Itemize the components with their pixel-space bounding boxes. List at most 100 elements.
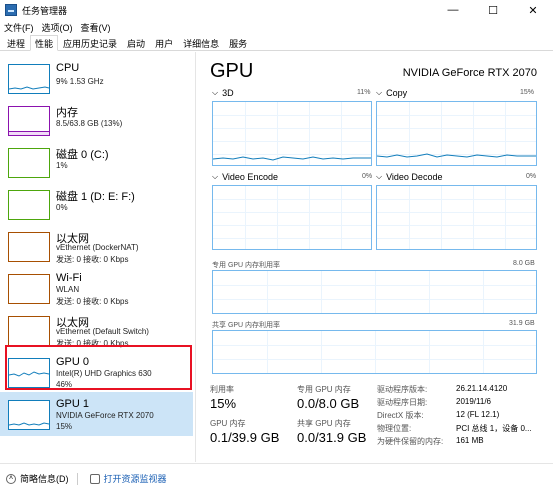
sidebar-item-memory[interactable]: 内存 8.5/63.8 GB (13%) [0, 98, 193, 142]
sidebar-item-disk-1[interactable]: 磁盘 1 (D: E: F:) 0% [0, 182, 193, 226]
disk0-thumbnail-graph [8, 148, 50, 178]
tab-startup[interactable]: 启动 [122, 35, 150, 51]
menu-bar: 文件(F) 选项(O) 查看(V) [0, 20, 119, 34]
tab-bar: 进程 性能 应用历史记录 启动 用户 详细信息 服务 [0, 35, 553, 51]
shared-memory-stat-value: 0.0/31.9 GB [297, 430, 367, 445]
minimize-button[interactable]: — [433, 0, 473, 20]
chevron-down-icon: ⌵ [212, 172, 219, 181]
graph-selector-3d[interactable]: ⌵ 3D [212, 88, 234, 98]
driver-date-label: 驱动程序日期: [377, 398, 428, 407]
sidebar-item-disk-0[interactable]: 磁盘 0 (C:) 1% [0, 140, 193, 184]
graph-3d [212, 101, 372, 166]
directx-version-label: DirectX 版本: [377, 411, 424, 420]
sidebar-item-detail: 8.5/63.8 GB (13%) [56, 119, 123, 128]
driver-version-label: 驱动程序版本: [377, 385, 428, 394]
graph-percent: 15% [520, 89, 535, 96]
graph-percent: 11% [357, 89, 371, 96]
gpu-memory-stat-label: GPU 内存 [210, 419, 246, 428]
open-resource-monitor-link[interactable]: 打开资源监视器 [104, 472, 167, 485]
tab-users[interactable]: 用户 [150, 35, 178, 51]
physical-location-label: 物理位置: [377, 424, 412, 433]
resource-list: CPU 9% 1.53 GHz 内存 8.5/63.8 GB (13%) 磁盘 … [0, 52, 196, 462]
memory-thumbnail-graph [8, 106, 50, 136]
sidebar-item-throughput: 发送: 0 接收: 0 Kbps [56, 297, 129, 306]
disk1-thumbnail-graph [8, 190, 50, 220]
graph-video-encode [212, 185, 372, 250]
maximize-button[interactable]: ☐ [473, 0, 513, 20]
graph-label: 3D [222, 88, 234, 98]
sidebar-item-usage: 15% [56, 422, 73, 431]
tab-details[interactable]: 详细信息 [178, 35, 224, 51]
graph-label: Video Decode [386, 172, 443, 182]
sidebar-item-detail: 1% [56, 161, 68, 170]
ethernet-thumbnail-graph [8, 232, 50, 262]
cpu-thumbnail-graph [8, 64, 50, 94]
physical-location-value: PCI 总线 1，设备 0... [456, 424, 532, 433]
task-manager-icon [5, 4, 17, 16]
graph-selector-video-encode[interactable]: ⌵ Video Encode [212, 172, 278, 182]
sidebar-item-detail: 0% [56, 203, 68, 212]
fewer-details-link[interactable]: 简略信息(D) [20, 472, 69, 485]
chevron-up-icon[interactable]: ˄ [6, 473, 16, 484]
sidebar-item-ethernet-docker[interactable]: 以太网 vEthernet (DockerNAT) 发送: 0 接收: 0 Kb… [0, 224, 193, 268]
tab-services[interactable]: 服务 [224, 35, 252, 51]
sidebar-item-label: Wi-Fi [56, 272, 82, 284]
graph-percent: 0% [526, 173, 537, 180]
sidebar-item-detail: vEthernet (DockerNAT) [56, 243, 139, 252]
shared-memory-stat-label: 共享 GPU 内存 [297, 419, 351, 428]
tab-app-history[interactable]: 应用历史记录 [58, 35, 122, 51]
sidebar-item-detail: NVIDIA GeForce RTX 2070 [56, 411, 154, 420]
gpu1-thumbnail-graph [8, 400, 50, 430]
chevron-down-icon: ⌵ [212, 88, 219, 97]
resource-monitor-icon [89, 473, 100, 484]
graph-shared-memory [212, 330, 537, 374]
driver-version-value: 26.21.14.4120 [456, 384, 508, 393]
graph-label: Video Encode [222, 172, 278, 182]
menu-view[interactable]: 查看(V) [81, 21, 111, 34]
chevron-down-icon: ⌵ [376, 88, 383, 97]
sidebar-item-label: 磁盘 0 (C:) [56, 149, 109, 161]
dedicated-memory-stat-label: 专用 GPU 内存 [297, 385, 351, 394]
footer-bar: ˄ 简略信息(D) 打开资源监视器 [0, 463, 553, 493]
driver-date-value: 2019/11/6 [456, 397, 491, 406]
graph-video-decode [376, 185, 537, 250]
dedicated-memory-label: 专用 GPU 内存利用率 [212, 262, 281, 269]
graph-selector-copy[interactable]: ⌵ Copy [376, 88, 407, 98]
reserved-memory-value: 161 MB [456, 436, 484, 445]
directx-version-value: 12 (FL 12.1) [456, 410, 500, 419]
shared-memory-max: 31.9 GB [509, 320, 535, 327]
sidebar-item-label: 内存 [56, 107, 78, 119]
chevron-down-icon: ⌵ [376, 172, 383, 181]
window-title: 任务管理器 [22, 5, 68, 16]
menu-file[interactable]: 文件(F) [4, 21, 34, 34]
utilization-label: 利用率 [210, 385, 234, 394]
tab-processes[interactable]: 进程 [2, 35, 30, 51]
sidebar-item-detail: 9% 1.53 GHz [56, 77, 104, 86]
window-controls: — ☐ ✕ [433, 0, 553, 20]
menu-options[interactable]: 选项(O) [42, 21, 73, 34]
sidebar-item-cpu[interactable]: CPU 9% 1.53 GHz [0, 56, 193, 100]
sidebar-item-gpu-1[interactable]: GPU 1 NVIDIA GeForce RTX 2070 15% [0, 392, 193, 436]
graph-selector-video-decode[interactable]: ⌵ Video Decode [376, 172, 442, 182]
close-button[interactable]: ✕ [513, 0, 553, 20]
sidebar-item-wifi[interactable]: Wi-Fi WLAN 发送: 0 接收: 0 Kbps [0, 266, 193, 310]
sidebar-item-label: CPU [56, 62, 80, 74]
sidebar-item-label: 磁盘 1 (D: E: F:) [56, 191, 135, 203]
utilization-value: 15% [210, 396, 237, 411]
wifi-thumbnail-graph [8, 274, 50, 304]
shared-memory-label: 共享 GPU 内存利用率 [212, 322, 281, 329]
dedicated-memory-max: 8.0 GB [513, 260, 535, 267]
page-title: GPU [210, 60, 254, 82]
sidebar-item-detail: vEthernet (Default Switch) [56, 327, 149, 336]
footer-divider [76, 472, 78, 485]
gpu0-highlight-box [5, 345, 192, 390]
sidebar-item-label: GPU 1 [56, 398, 90, 410]
graph-dedicated-memory [212, 270, 537, 314]
sidebar-item-throughput: 发送: 0 接收: 0 Kbps [56, 255, 129, 264]
tab-performance[interactable]: 性能 [30, 35, 59, 51]
title-bar: 任务管理器 — ☐ ✕ [0, 0, 553, 20]
ethernet-thumbnail-graph [8, 316, 50, 346]
graph-percent: 0% [362, 173, 373, 180]
sidebar-item-detail: WLAN [56, 285, 80, 294]
gpu-device-name: NVIDIA GeForce RTX 2070 [402, 67, 537, 79]
